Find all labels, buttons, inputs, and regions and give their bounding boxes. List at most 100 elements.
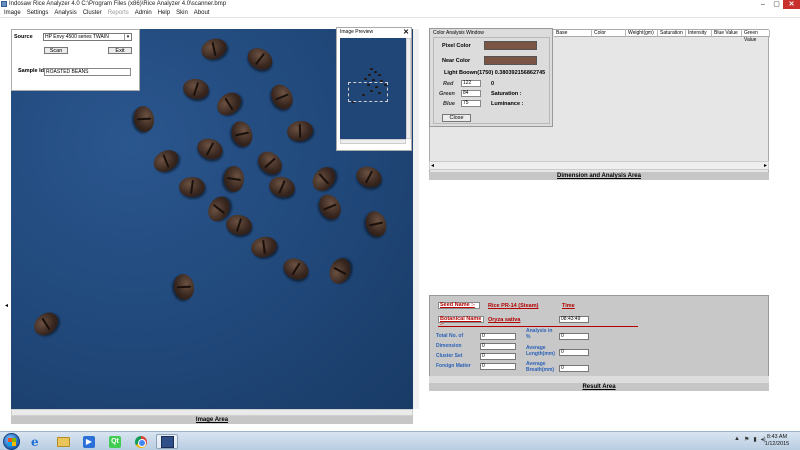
bean-dot	[364, 78, 367, 80]
clock[interactable]: 8:43 AM 1/12/2015	[757, 434, 797, 448]
image-horizontal-scrollbar[interactable]	[11, 409, 413, 416]
menu-help[interactable]: Help	[158, 9, 170, 17]
dimension-horizontal-scrollbar[interactable]: ◂ ▸	[429, 161, 769, 170]
source-select-value: HP Envy 4500 series TWAIN	[45, 34, 109, 40]
coffee-bean	[307, 162, 341, 196]
source-label: Source	[14, 34, 33, 40]
chevron-down-icon[interactable]: ▾	[124, 34, 131, 40]
menu-bar: Image Settings Analysis Cluster Reports …	[0, 9, 800, 18]
average-breath-label: Average Breath(mm)	[526, 361, 555, 373]
preview-vertical-scrollbar[interactable]	[406, 38, 411, 139]
color-window-body: Pixel Color Near Color Light Boown(1750)…	[433, 37, 550, 124]
pixel-color-swatch	[484, 41, 537, 50]
preview-thumbnail[interactable]	[340, 38, 406, 139]
result-horizontal-scrollbar[interactable]	[429, 376, 769, 383]
bean-dot	[370, 68, 373, 70]
source-panel: Source HP Envy 4500 series TWAIN ▾ Scan …	[11, 29, 140, 91]
close-button[interactable]: ✕	[783, 0, 800, 9]
preview-selection-rectangle[interactable]	[348, 82, 388, 102]
light-brown-text: Light Boown(1750) 0.380392156862745	[444, 70, 546, 76]
coffee-bean	[266, 173, 298, 201]
column-weight: Weight(gm)	[626, 30, 658, 36]
column-base: Base	[554, 30, 592, 36]
blue-value: 75	[461, 100, 481, 107]
menu-analysis[interactable]: Analysis	[54, 9, 76, 17]
foreign-matter-value: 0	[480, 363, 516, 370]
time-value: 08:43:49	[559, 316, 589, 323]
menu-skin[interactable]: Skin	[176, 9, 188, 17]
column-saturation: Saturation	[658, 30, 686, 36]
main-area: Image Area Source HP Envy 4500 series TW…	[0, 19, 800, 424]
cluster-set-label: Cluster Set	[436, 353, 463, 359]
coffee-bean	[171, 272, 197, 302]
taskbar-qt[interactable]: Qt	[104, 434, 126, 449]
taskbar-explorer[interactable]	[52, 434, 74, 449]
minimize-button[interactable]: –	[756, 0, 770, 9]
exit-button[interactable]: Exit	[108, 47, 132, 54]
image-preview-panel: Image Preview ✕	[336, 27, 412, 151]
chrome-icon	[135, 435, 147, 448]
coffee-bean	[228, 118, 256, 150]
foreign-matter-label: Foreign Matter	[436, 363, 471, 369]
luminance-label: Luminance :	[491, 101, 524, 107]
taskbar-chrome[interactable]	[130, 434, 152, 449]
menu-cluster[interactable]: Cluster	[83, 9, 102, 17]
sample-id-input[interactable]: ROASTED BEANS	[44, 68, 131, 76]
start-button[interactable]	[3, 433, 20, 450]
clock-time: 8:43 AM	[766, 434, 788, 440]
maximize-button[interactable]: ▢	[770, 0, 783, 9]
coffee-bean	[326, 255, 354, 287]
blue-label: Blue	[443, 101, 455, 107]
coffee-bean	[194, 135, 226, 163]
saturation-label: Saturation :	[491, 91, 522, 97]
coffee-bean	[198, 35, 230, 63]
scan-button[interactable]: Scan	[44, 47, 68, 54]
near-color-label: Near Color	[442, 58, 471, 64]
seed-name-label-text: Seed Name :-	[440, 302, 475, 308]
scroll-right-icon[interactable]: ▸	[764, 162, 768, 170]
color-close-button[interactable]: Close	[442, 114, 471, 122]
seed-name-value: Rice PR-14 (Steam)	[488, 303, 539, 309]
source-select[interactable]: HP Envy 4500 series TWAIN ▾	[43, 33, 132, 41]
show-hidden-icons-icon[interactable]: ▲	[734, 436, 740, 443]
coffee-bean	[179, 177, 205, 197]
preview-horizontal-scrollbar[interactable]	[340, 139, 406, 144]
coffee-bean	[285, 118, 315, 144]
close-icon[interactable]: ✕	[403, 28, 409, 36]
dimension-value: 0	[480, 343, 516, 350]
analysis-percent-label: Analysis in %	[526, 328, 553, 340]
analysis-percent-value: 0	[559, 333, 589, 340]
bean-dot	[374, 71, 377, 73]
taskbar-media-player[interactable]: ▶	[78, 434, 100, 449]
result-area-label: Result Area	[429, 383, 769, 391]
menu-settings[interactable]: Settings	[27, 9, 49, 17]
media-player-icon: ▶	[83, 435, 95, 448]
flag-icon[interactable]: ⚑	[744, 436, 749, 443]
coffee-bean	[29, 307, 63, 341]
red-divider-line	[438, 326, 638, 327]
menu-about[interactable]: About	[194, 9, 210, 17]
image-vertical-scrollbar[interactable]	[413, 29, 419, 409]
near-color-swatch	[484, 56, 537, 65]
column-intensity: Intensity	[686, 30, 712, 36]
column-blue-value: Blue Value	[712, 30, 742, 36]
dimension-label: Dimension	[436, 343, 462, 349]
clock-date: 1/12/2015	[764, 441, 790, 447]
taskbar: e ▶ Qt ▲ ⚑ ▮ ◂) 8:43 AM 1/12/2015	[0, 431, 800, 450]
menu-admin[interactable]: Admin	[135, 9, 152, 17]
color-analysis-window: Color Analysis Window Pixel Color Near C…	[429, 28, 553, 127]
scroll-left-icon[interactable]: ◂	[430, 162, 434, 170]
coffee-bean	[224, 166, 244, 192]
taskbar-rice-analyzer[interactable]	[156, 434, 178, 449]
average-length-label: Average Length(mm)	[526, 345, 555, 357]
menu-image[interactable]: Image	[4, 9, 21, 17]
taskbar-ie[interactable]: e	[26, 434, 48, 449]
image-area-label: Image Area	[11, 416, 413, 424]
menu-reports: Reports	[107, 10, 129, 16]
green-value: 84	[461, 90, 481, 97]
coffee-bean	[149, 145, 183, 177]
coffee-bean	[181, 76, 211, 102]
color-window-title: Color Analysis Window	[433, 30, 484, 36]
splitter-handle[interactable]: ◂	[5, 302, 8, 309]
title-bar: Indosaw Rice Analyzer 4.0 C:\Program Fil…	[0, 0, 800, 9]
